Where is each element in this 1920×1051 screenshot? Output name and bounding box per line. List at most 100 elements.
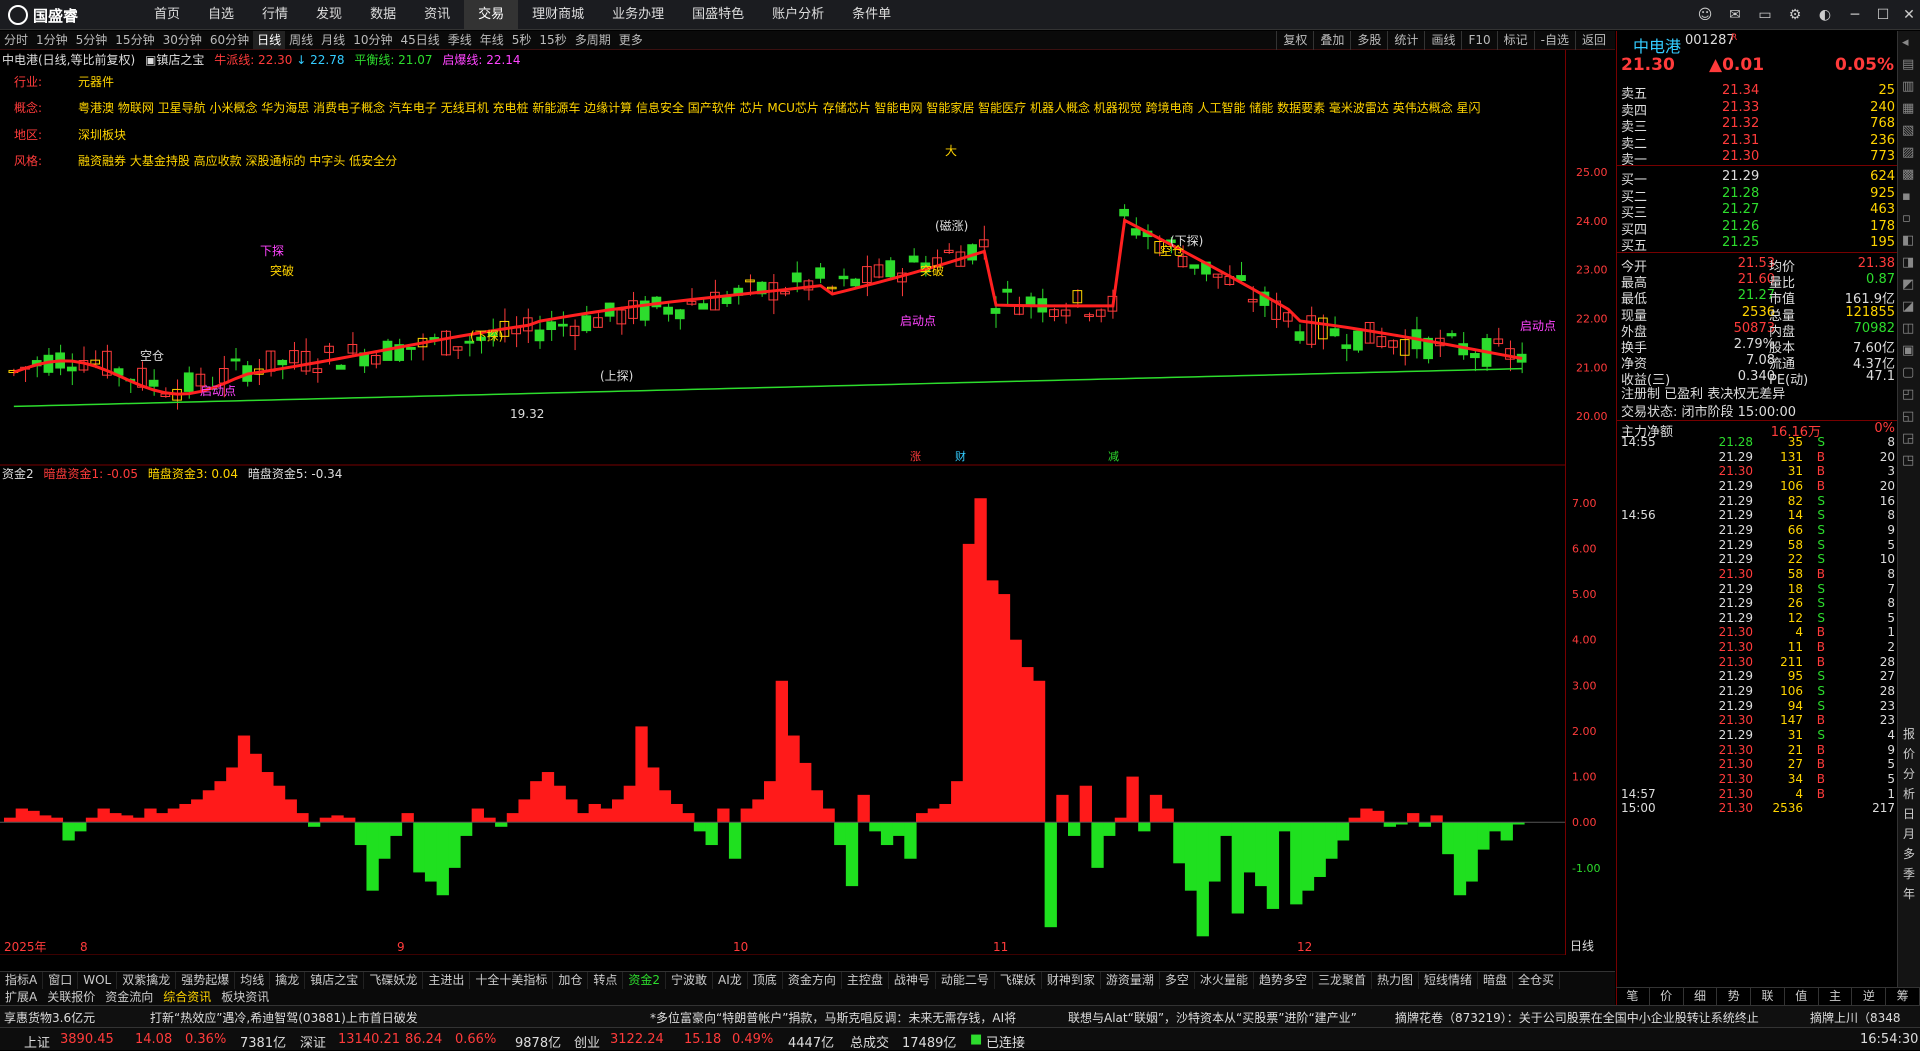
sidebar-link[interactable]: 分 <box>1903 765 1915 782</box>
sidebar-icon[interactable]: ◧ <box>1902 233 1914 248</box>
menu-item[interactable]: 资讯 <box>410 0 464 30</box>
indicator-tab[interactable]: 多空 <box>1160 972 1195 989</box>
menu-item[interactable]: 业务办理 <box>598 0 678 30</box>
sidebar-icon[interactable]: ◱ <box>1902 409 1914 424</box>
menu-item[interactable]: 账户分析 <box>758 0 838 30</box>
indicator-tab[interactable]: 窗口 <box>43 972 79 989</box>
quote-tab[interactable]: 细 <box>1684 988 1718 1005</box>
sidebar-icon[interactable]: ◰ <box>1902 387 1914 402</box>
chart-tool-button[interactable]: 多股 <box>1350 31 1387 50</box>
sidebar-icon[interactable]: ▪ <box>1902 189 1911 204</box>
indicator-tab[interactable]: 飞碟妖 <box>995 972 1042 989</box>
news-item[interactable]: 摘牌上川（8348 <box>1810 1009 1918 1026</box>
menu-item[interactable]: 条件单 <box>838 0 905 30</box>
indicator-tab[interactable]: 宁波敢 <box>666 972 714 989</box>
period-tab[interactable]: 5分钟 <box>72 31 112 49</box>
mail-icon[interactable]: ✉ <box>1722 4 1748 26</box>
period-tab[interactable]: 分时 <box>0 31 32 49</box>
quote-tab[interactable]: 价 <box>1650 988 1684 1005</box>
menu-item[interactable]: 交易 <box>464 0 519 30</box>
sidebar-icon[interactable]: ◫ <box>1902 321 1914 336</box>
indicator-tab[interactable]: 十全十美指标 <box>470 972 554 989</box>
indicator-tab[interactable]: 飞碟妖龙 <box>364 972 424 989</box>
quote-tab[interactable]: 联 <box>1751 988 1785 1005</box>
sidebar-link[interactable]: 析 <box>1903 785 1915 802</box>
indicator-tab[interactable]: AI龙 <box>713 972 748 989</box>
indicator-tab[interactable]: 战神号 <box>889 972 936 989</box>
indicator-tab[interactable]: 资金2 <box>623 972 667 989</box>
menu-item[interactable]: 发现 <box>302 0 356 30</box>
sidebar-link[interactable]: 报 <box>1903 725 1915 742</box>
news-tab[interactable]: 板块资讯 <box>216 989 274 1005</box>
sidebar-icon[interactable]: ▫ <box>1902 211 1911 226</box>
indicator-tab[interactable]: 转点 <box>588 972 624 989</box>
period-tab[interactable]: 年线 <box>476 31 508 49</box>
period-tab[interactable]: 多周期 <box>571 31 615 49</box>
indicator-tab[interactable]: 趋势多空 <box>1254 972 1313 989</box>
sidebar-link[interactable]: 月 <box>1903 825 1915 842</box>
sidebar-link[interactable]: 日 <box>1903 805 1915 822</box>
indicator-tab[interactable]: 指标A <box>0 972 44 989</box>
indicator-tab[interactable]: 双紫擒龙 <box>117 972 177 989</box>
sidebar-icon[interactable]: ▣ <box>1902 343 1914 358</box>
period-tab[interactable]: 月线 <box>317 31 349 49</box>
menu-item[interactable]: 首页 <box>140 0 194 30</box>
chart-tool-button[interactable]: 标记 <box>1496 31 1534 50</box>
quote-tab[interactable]: 笔 <box>1616 988 1650 1005</box>
sidebar-icon[interactable]: ▤ <box>1902 57 1914 72</box>
news-tab[interactable]: 扩展A <box>0 989 42 1005</box>
sidebar-icon[interactable]: ◲ <box>1902 431 1914 446</box>
sidebar-icon[interactable]: ▧ <box>1902 123 1914 138</box>
news-item[interactable]: *多位富豪向“特朗普帐户”捐款，马斯克唱反调：未来无需存钱，AI将 <box>650 1009 1016 1026</box>
indicator-tab[interactable]: 强势起爆 <box>176 972 236 989</box>
menu-item[interactable]: 理财商城 <box>518 0 598 30</box>
period-tab[interactable]: 季线 <box>444 31 476 49</box>
indicator-tab[interactable]: 游资量潮 <box>1101 972 1160 989</box>
period-tab[interactable]: 15秒 <box>535 31 570 49</box>
indicator-tab[interactable]: 顶底 <box>748 972 783 989</box>
chart-tool-button[interactable]: 返回 <box>1574 31 1612 50</box>
sidebar-icon[interactable]: ◩ <box>1902 277 1914 292</box>
indicator-tab[interactable]: 短线情绪 <box>1419 972 1479 989</box>
news-tab[interactable]: 关联报价 <box>42 989 100 1005</box>
news-item[interactable]: 联想与Alat“联姻”，沙特资本从“买股票”进阶“建产业” <box>1068 1009 1357 1026</box>
minimize-icon[interactable]: ─ <box>1842 4 1868 26</box>
indicator-tab[interactable]: 三龙聚首 <box>1313 972 1372 989</box>
indicator-tab[interactable]: 均线 <box>235 972 271 989</box>
chart-tool-button[interactable]: -自选 <box>1533 31 1575 50</box>
indicator-tab[interactable]: 暗盘 <box>1478 972 1514 989</box>
chat-icon[interactable]: ☺ <box>1692 4 1718 26</box>
indicator-tab[interactable]: 加仓 <box>553 972 589 989</box>
indicator-tab[interactable]: 财神到家 <box>1042 972 1101 989</box>
indicator-tab[interactable]: 动能二号 <box>936 972 995 989</box>
chart-area[interactable]: 突破 下探 空仓 (下探) 启动点 (上探) 突破 启动点 (下探) 空仓 启动点 (磁涨) 大 19.3… <box>0 50 1565 956</box>
period-tab[interactable]: 日线 <box>253 31 286 49</box>
sidebar-icon[interactable]: ◨ <box>1902 255 1914 270</box>
quote-tab[interactable]: 逆 <box>1852 988 1887 1005</box>
quote-tab[interactable]: 值 <box>1785 988 1819 1005</box>
period-tab[interactable]: 60分钟 <box>206 31 253 49</box>
chart-tool-button[interactable]: 统计 <box>1387 31 1424 50</box>
period-tab[interactable]: 10分钟 <box>349 31 396 49</box>
indicator-tab[interactable]: 资金方向 <box>783 972 842 989</box>
menu-item[interactable]: 国盛特色 <box>678 0 758 30</box>
sz-label[interactable]: 深证 <box>300 1032 326 1051</box>
display-icon[interactable]: ▭ <box>1752 4 1778 26</box>
indicator-tab[interactable]: 热力图 <box>1372 972 1419 989</box>
sidebar-icon[interactable]: ▦ <box>1902 101 1914 116</box>
indicator-tab[interactable]: 全仓买 <box>1513 972 1561 989</box>
sidebar-icon[interactable]: ◂ <box>1902 35 1909 50</box>
sidebar-link[interactable]: 价 <box>1903 745 1915 762</box>
news-tab[interactable]: 资金流向 <box>100 989 158 1005</box>
period-tab[interactable]: 更多 <box>615 31 647 49</box>
indicator-tab[interactable]: 擒龙 <box>270 972 306 989</box>
quote-tab[interactable]: 筹 <box>1886 988 1920 1005</box>
sidebar-link[interactable]: 年 <box>1903 885 1915 902</box>
period-tab[interactable]: 5秒 <box>508 31 536 49</box>
cy-label[interactable]: 创业 <box>574 1032 600 1051</box>
news-item[interactable]: 打新“热效应”遇冷,希迪智驾(03881)上市首日破发 <box>150 1009 418 1026</box>
menu-item[interactable]: 数据 <box>356 0 410 30</box>
sidebar-link[interactable]: 多 <box>1903 845 1915 862</box>
chart-tool-button[interactable]: 复权 <box>1276 31 1313 50</box>
chart-tool-button[interactable]: 叠加 <box>1313 31 1350 50</box>
